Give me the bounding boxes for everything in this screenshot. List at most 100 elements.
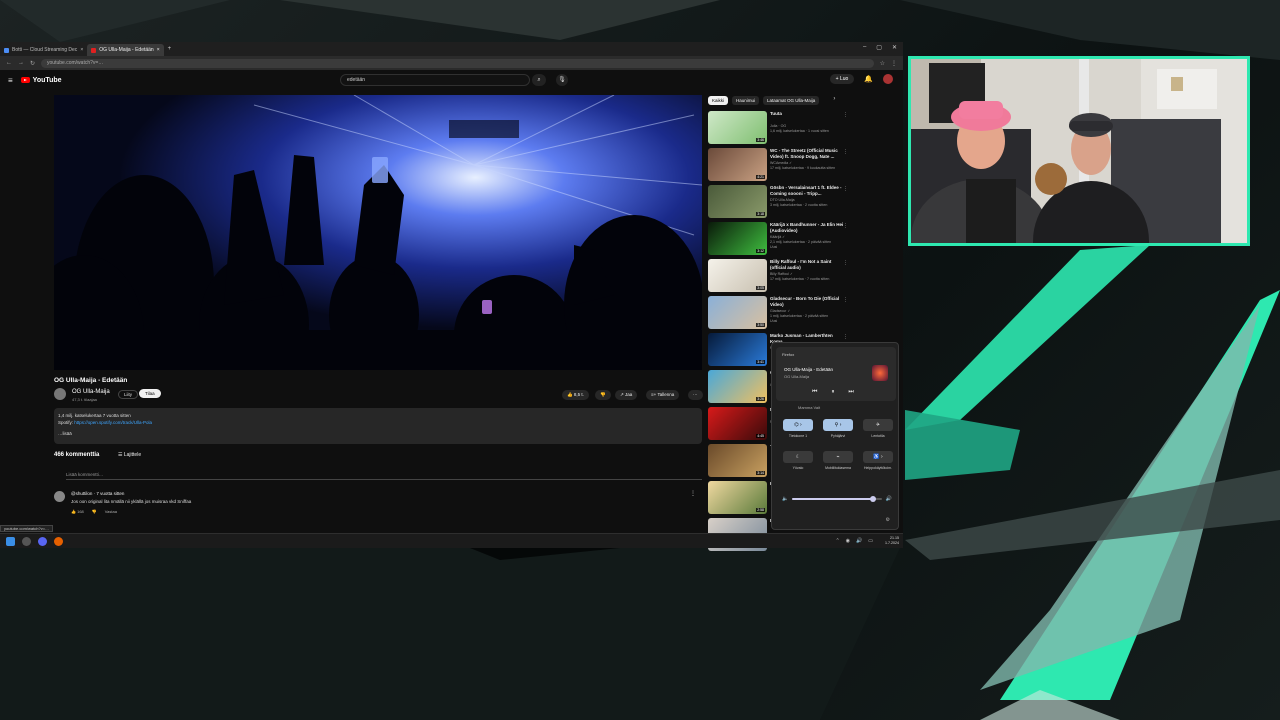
- add-comment-input[interactable]: Lisää kommentti…: [66, 472, 702, 480]
- minimize-icon[interactable]: –: [863, 44, 866, 51]
- join-button[interactable]: Liity: [118, 390, 139, 399]
- quick-setting-toggle[interactable]: ⚲ ›: [823, 419, 853, 431]
- extensions-icon[interactable]: ⋮: [891, 60, 897, 67]
- recommendation-title[interactable]: Tuuta: [770, 111, 844, 117]
- search-input[interactable]: edetään: [340, 74, 530, 86]
- recommendation-item[interactable]: 3:18 Gösbn - Versalainsart 1 ft. Eldee - …: [708, 184, 856, 221]
- recommendation-thumbnail[interactable]: 3:18: [708, 185, 767, 218]
- youtube-logo[interactable]: YouTube: [20, 77, 62, 84]
- chip-related[interactable]: Haunimui: [732, 96, 760, 105]
- recommendation-item[interactable]: 3:50 Gladsecur - Born To Die (Official Vi…: [708, 295, 856, 332]
- comment-like-button[interactable]: 👍 168: [71, 509, 84, 514]
- tray-battery-icon[interactable]: ▭: [868, 538, 873, 544]
- overlay-shard: [905, 470, 1280, 560]
- recommendation-thumbnail[interactable]: 3:41: [708, 333, 767, 366]
- notifications-bell-icon[interactable]: 🔔: [864, 75, 873, 83]
- previous-track-icon[interactable]: ⏮: [812, 389, 817, 396]
- menu-icon[interactable]: ≡: [8, 76, 13, 85]
- recommendation-thumbnail[interactable]: 3:12: [708, 222, 767, 255]
- recommendation-item[interactable]: 3:12 Käärijä x Bandhunner - Ja Elin Hei (…: [708, 221, 856, 258]
- dislike-button[interactable]: 👎: [595, 390, 611, 400]
- comment-avatar[interactable]: [54, 491, 65, 502]
- maximize-icon[interactable]: ▢: [876, 44, 882, 51]
- recommendation-more-icon[interactable]: ⋮: [843, 260, 848, 266]
- quick-setting-toggle[interactable]: ⌁: [823, 451, 853, 463]
- create-button[interactable]: + Luo: [829, 74, 855, 84]
- url-field[interactable]: youtube.com/watch?v=…: [41, 58, 874, 68]
- volume-knob[interactable]: [869, 496, 876, 502]
- back-icon[interactable]: ←: [6, 60, 12, 66]
- channel-avatar[interactable]: [54, 388, 66, 400]
- recommendation-thumbnail[interactable]: 3:46: [708, 111, 767, 144]
- recommendation-thumbnail[interactable]: 3:26: [708, 370, 767, 403]
- audio-output-icon[interactable]: 🔊: [886, 496, 892, 502]
- save-button[interactable]: ≡+ Tallenna: [646, 390, 680, 400]
- recommendation-more-icon[interactable]: ⋮: [843, 112, 848, 118]
- recommendation-title[interactable]: Billy Raffoul - I'm Not a Saint (officia…: [770, 259, 844, 270]
- tray-volume-icon[interactable]: 🔊: [856, 538, 862, 544]
- recommendation-title[interactable]: WC - The Streetz (Official Music Video) …: [770, 148, 844, 159]
- comment-more-icon[interactable]: ⋮: [690, 490, 696, 497]
- tab-youtube[interactable]: OG Ulla-Maija - Edetään ×: [87, 44, 164, 56]
- bookmark-star-icon[interactable]: ☆: [880, 60, 885, 67]
- comment-dislike-button[interactable]: 👎: [92, 509, 97, 514]
- recommendation-more-icon[interactable]: ⋮: [843, 149, 848, 155]
- channel-name[interactable]: OG Ulla-Maija: [72, 389, 110, 395]
- description-box[interactable]: 1,4 milj. katselukertaa 7 vuotta sitten …: [54, 408, 702, 444]
- quick-setting-toggle[interactable]: ✈: [863, 419, 893, 431]
- share-button[interactable]: ↗ Jaa: [615, 390, 638, 400]
- recommendation-item[interactable]: 3:46 Tuuta Julla · OG 1,6 milj. katseluker…: [708, 110, 856, 147]
- recommendation-thumbnail[interactable]: 4:21: [708, 148, 767, 181]
- close-window-icon[interactable]: ✕: [892, 44, 897, 51]
- pause-icon[interactable]: ⏸: [831, 389, 834, 396]
- recommendation-thumbnail[interactable]: 3:50: [708, 296, 767, 329]
- search-icon[interactable]: ⌕: [532, 74, 546, 86]
- search-taskbar-icon[interactable]: [22, 537, 31, 546]
- new-tab-button[interactable]: +: [168, 46, 172, 52]
- quick-setting-toggle[interactable]: ☾: [783, 451, 813, 463]
- sort-comments-button[interactable]: ☰ Lajittele: [118, 452, 141, 458]
- chip-all[interactable]: Kaikki: [708, 96, 729, 105]
- forward-icon[interactable]: →: [18, 60, 24, 66]
- recommendation-item[interactable]: 4:21 WC - The Streetz (Official Music Vid…: [708, 147, 856, 184]
- recommendation-more-icon[interactable]: ⋮: [843, 223, 848, 229]
- quick-setting-toggle[interactable]: ♿ ›: [863, 451, 893, 463]
- quick-setting-toggle[interactable]: ⌬ ›: [783, 419, 813, 431]
- chips-next-icon[interactable]: ›: [833, 96, 835, 105]
- subscribe-button[interactable]: Tilaa: [139, 389, 161, 398]
- microphone-icon[interactable]: 🎙: [556, 74, 568, 86]
- comment-reply-button[interactable]: Vastaa: [105, 509, 117, 514]
- recommendation-thumbnail[interactable]: 2:58: [708, 481, 767, 514]
- recommendation-more-icon[interactable]: ⋮: [843, 334, 848, 340]
- video-player[interactable]: [54, 95, 702, 370]
- spotify-link[interactable]: https://open.spotify.com/track/Ulla-Pola: [74, 420, 152, 425]
- tray-chevron-icon[interactable]: ⌃: [835, 538, 839, 544]
- comment-author[interactable]: @shuttilon · 7 vuotta sitten: [71, 491, 124, 496]
- tray-network-icon[interactable]: ◉: [846, 538, 850, 544]
- account-avatar[interactable]: [883, 74, 893, 84]
- recommendation-thumbnail[interactable]: 3:05: [708, 259, 767, 292]
- recommendation-title[interactable]: Käärijä x Bandhunner - Ja Elin Hei (Audi…: [770, 222, 844, 233]
- next-track-icon[interactable]: ⏭: [848, 389, 853, 396]
- recommendation-more-icon[interactable]: ⋮: [843, 297, 848, 303]
- reload-icon[interactable]: ↻: [30, 60, 35, 67]
- like-button[interactable]: 👍 8,5 t.: [562, 390, 589, 400]
- recommendation-item[interactable]: 3:05 Billy Raffoul - I'm Not a Saint (off…: [708, 258, 856, 295]
- recommendation-thumbnail[interactable]: 4:45: [708, 407, 767, 440]
- tab-cloud-streaming[interactable]: Botti — Cloud Streaming Dec ×: [0, 44, 87, 56]
- discord-icon[interactable]: [38, 537, 47, 546]
- firefox-icon[interactable]: [54, 537, 63, 546]
- more-actions-icon[interactable]: ⋯: [688, 390, 703, 400]
- volume-slider[interactable]: [792, 496, 882, 502]
- windows-start-icon[interactable]: [6, 537, 15, 546]
- settings-gear-icon[interactable]: ⚙: [886, 517, 890, 523]
- recommendation-more-icon[interactable]: ⋮: [843, 186, 848, 192]
- recommendation-title[interactable]: Gladsecur - Born To Die (Official Video): [770, 296, 844, 307]
- chip-channel[interactable]: Lataamat OG Ulla-Maija: [763, 96, 820, 105]
- tab-close-icon[interactable]: ×: [80, 44, 83, 56]
- description-more[interactable]: …lisää: [58, 430, 698, 437]
- recommendation-thumbnail[interactable]: 3:14: [708, 444, 767, 477]
- tab-close-icon[interactable]: ×: [157, 44, 160, 56]
- taskbar-clock[interactable]: 21.15 1.7.2024: [885, 536, 899, 546]
- recommendation-title[interactable]: Gösbn - Versalainsart 1 ft. Eldee - Comi…: [770, 185, 844, 196]
